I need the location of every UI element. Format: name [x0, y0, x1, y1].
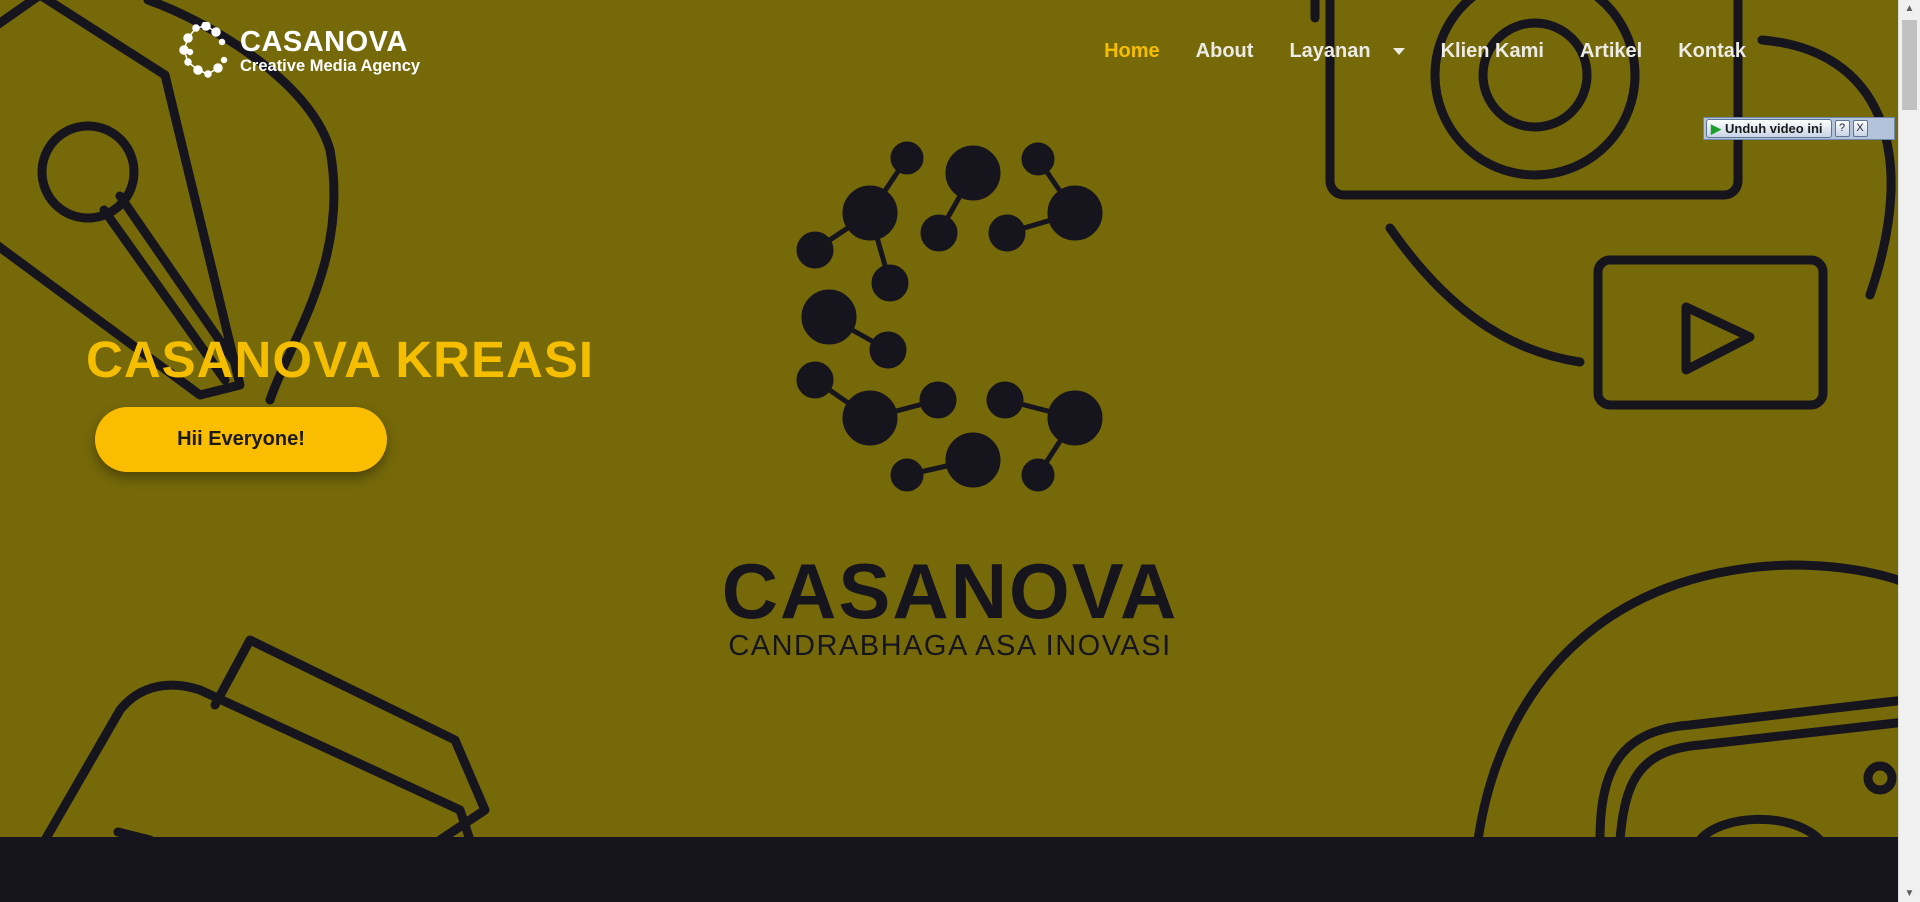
nav-kontak[interactable]: Kontak	[1678, 40, 1746, 63]
brand-name: CASANOVA	[721, 547, 1179, 635]
camera-icon	[1310, 0, 1743, 200]
scroll-up-arrow-icon[interactable]: ▲	[1899, 0, 1920, 17]
chevron-down-icon[interactable]	[1392, 48, 1405, 55]
compact-camera-icon	[41, 635, 490, 837]
play-icon: ▶	[1711, 120, 1721, 136]
help-button[interactable]: ?	[1834, 120, 1850, 137]
main-navigation: Home About Layanan Klien Kami Artikel Ko…	[1104, 40, 1746, 63]
nav-about[interactable]: About	[1196, 40, 1254, 63]
close-button[interactable]: X	[1852, 120, 1868, 137]
film-reel-icon	[1473, 560, 1898, 837]
dotted-c-logo-icon	[179, 22, 228, 78]
nav-home[interactable]: Home	[1104, 40, 1160, 63]
download-video-label: Unduh video ini	[1725, 121, 1823, 136]
scrollbar-thumb[interactable]	[1902, 20, 1917, 110]
nav-artikel[interactable]: Artikel	[1580, 40, 1642, 63]
video-download-toolbar: ▶ Unduh video ini ? X	[1703, 117, 1895, 140]
brand-tagline: CANDRABHAGA ASA INOVASI	[728, 630, 1172, 662]
next-section-strip	[0, 837, 1898, 902]
hero-cta-button[interactable]: Hii Everyone!	[95, 407, 387, 472]
nav-layanan[interactable]: Layanan	[1289, 40, 1405, 63]
nav-layanan-label: Layanan	[1289, 40, 1371, 62]
hero-section: CASANOVA Creative Media Agency Home Abou…	[0, 0, 1898, 837]
logo-subtitle: Creative Media Agency	[240, 56, 421, 75]
scroll-down-arrow-icon[interactable]: ▼	[1899, 885, 1920, 902]
nav-klien-kami[interactable]: Klien Kami	[1441, 40, 1544, 63]
page-scrollbar[interactable]: ▲ ▼	[1898, 0, 1920, 902]
play-button-icon	[1593, 255, 1828, 410]
site-logo[interactable]: CASANOVA Creative Media Agency	[178, 22, 420, 80]
logo-title: CASANOVA	[240, 25, 408, 58]
download-video-button[interactable]: ▶ Unduh video ini	[1706, 119, 1832, 138]
arc-decoration-lower	[1385, 223, 1585, 367]
hero-headline: CASANOVA KREASI	[86, 331, 595, 388]
molecule-c-emblem-icon	[796, 141, 1103, 492]
